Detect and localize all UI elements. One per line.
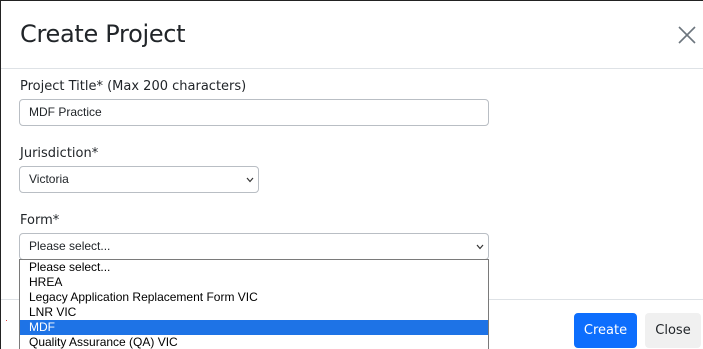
dropdown-option-selected[interactable]: MDF: [20, 320, 488, 335]
form-select[interactable]: Please select...: [19, 233, 489, 260]
dropdown-option[interactable]: Legacy Application Replacement Form VIC: [20, 290, 488, 305]
form-dropdown-list: Please select... HREA Legacy Application…: [19, 259, 489, 349]
project-title-label: Project Title* (Max 200 characters): [20, 79, 247, 94]
chevron-down-icon: [476, 244, 484, 250]
project-title-input[interactable]: MDF Practice: [19, 99, 489, 126]
dropdown-option[interactable]: Quality Assurance (QA) VIC: [20, 335, 488, 349]
create-project-modal: Create Project Project Title* (Max 200 c…: [0, 0, 703, 349]
close-button[interactable]: Close: [645, 313, 701, 348]
jurisdiction-select[interactable]: Victoria: [19, 166, 259, 193]
modal-title: Create Project: [20, 20, 186, 48]
form-label: Form*: [20, 213, 60, 228]
chevron-down-icon: [246, 177, 254, 183]
jurisdiction-value: Victoria: [29, 172, 69, 186]
form-value: Please select...: [29, 239, 111, 253]
dropdown-option[interactable]: Please select...: [20, 260, 488, 275]
red-marker: ·: [5, 315, 8, 325]
close-icon[interactable]: [677, 25, 697, 45]
modal-header: Create Project: [1, 1, 703, 69]
dropdown-option[interactable]: LNR VIC: [20, 305, 488, 320]
dropdown-option[interactable]: HREA: [20, 275, 488, 290]
jurisdiction-label: Jurisdiction*: [20, 146, 99, 161]
create-button[interactable]: Create: [574, 313, 637, 348]
